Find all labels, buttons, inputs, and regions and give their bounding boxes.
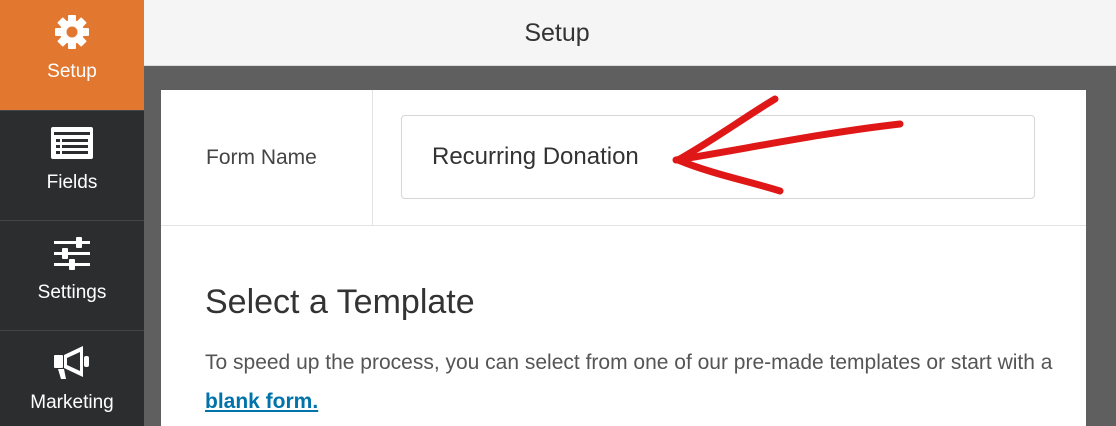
form-name-label: Form Name: [206, 146, 317, 169]
divider: [372, 90, 373, 226]
blank-form-link[interactable]: blank form.: [205, 390, 318, 413]
setup-panel: Form Name Select a Template To speed up …: [161, 90, 1086, 426]
sidebar-item-fields[interactable]: Fields: [0, 110, 144, 220]
builder-toolbar: Setup: [144, 0, 1116, 66]
sidebar-item-marketing[interactable]: Marketing: [0, 330, 144, 426]
sidebar-item-setup[interactable]: Setup: [0, 0, 144, 110]
sliders-icon: [0, 233, 144, 273]
sidebar-item-label: Marketing: [30, 392, 114, 413]
megaphone-icon: [0, 343, 144, 383]
form-builder-app: Setup Fields Settings Marketing Setup Fo…: [0, 0, 1116, 426]
page-title: Setup: [524, 19, 590, 47]
template-description: To speed up the process, you can select …: [205, 343, 1055, 421]
form-name-input[interactable]: [401, 115, 1035, 199]
builder-sidebar: Setup Fields Settings Marketing: [0, 0, 144, 426]
sidebar-item-settings[interactable]: Settings: [0, 220, 144, 330]
sidebar-item-label: Settings: [37, 282, 107, 303]
template-description-text: To speed up the process, you can select …: [205, 351, 1053, 374]
form-name-row: Form Name: [161, 90, 1086, 226]
sidebar-item-label: Fields: [46, 172, 98, 193]
select-template-heading: Select a Template: [205, 283, 475, 321]
fields-icon: [0, 123, 144, 163]
gear-icon: [0, 12, 144, 52]
sidebar-item-label: Setup: [47, 61, 97, 82]
